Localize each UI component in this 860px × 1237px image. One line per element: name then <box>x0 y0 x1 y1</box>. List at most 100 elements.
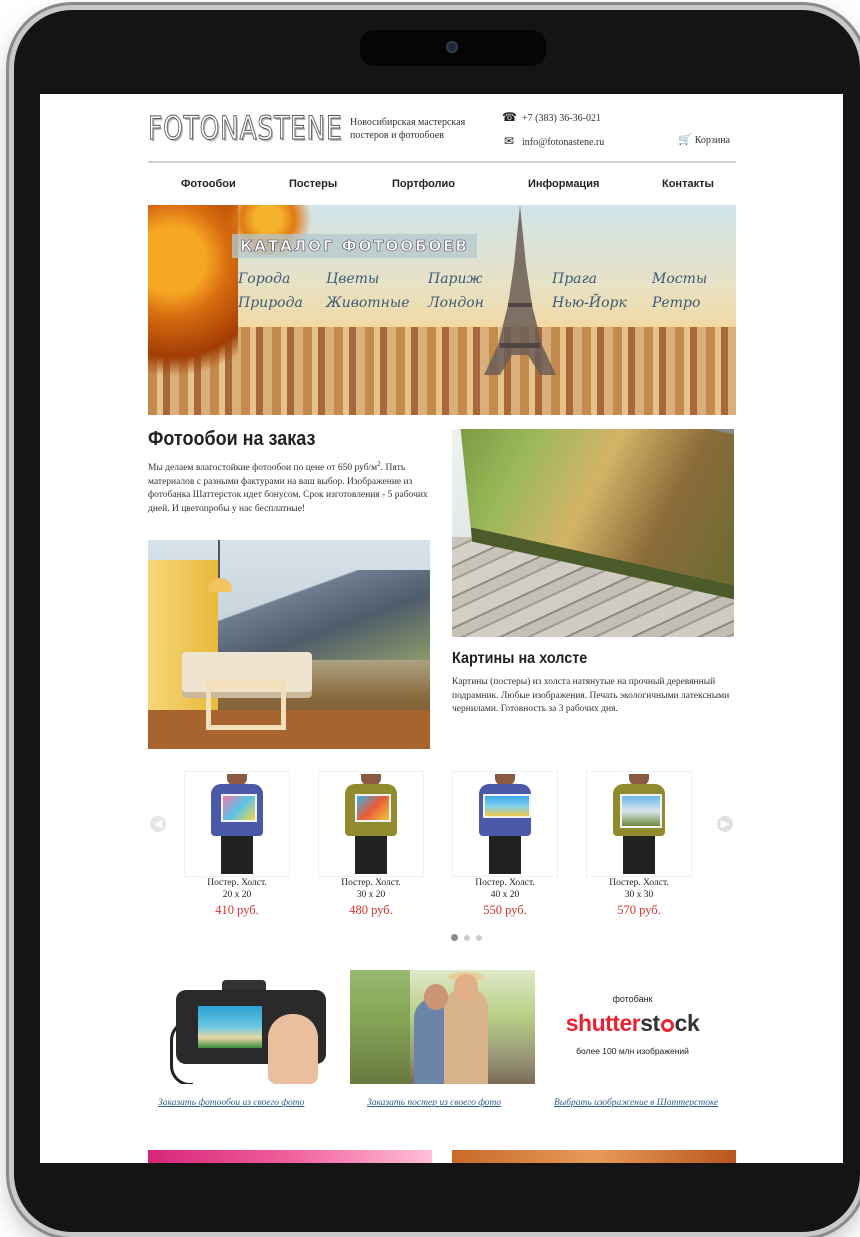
product-image <box>318 771 424 877</box>
woman-figure <box>444 988 488 1084</box>
person-pants <box>355 836 387 874</box>
product-price: 480 руб. <box>349 903 393 917</box>
shutterstock-subtitle: более 100 млн изображений <box>576 1046 689 1056</box>
room-wallpaper-image[interactable] <box>148 540 430 749</box>
front-camera <box>446 41 458 53</box>
camera-screen <box>198 1006 262 1048</box>
nav-portfolio[interactable]: Портфолио <box>392 178 455 190</box>
catalog-link-bridges[interactable]: Мосты <box>652 271 707 287</box>
woman-face <box>454 974 478 1000</box>
poster-sample <box>355 794 391 822</box>
cart-label: Корзина <box>694 135 731 146</box>
nav-wallpaper[interactable]: Фотообои <box>181 178 236 190</box>
shutterstock-promo[interactable]: фотобанк shutterst ck более 100 млн изобр… <box>540 970 725 1084</box>
tagline-line-1: Новосибирская мастерская <box>350 117 466 128</box>
product-size: 30 х 20 <box>356 890 386 900</box>
tablet-screen: FOTONASTENE Новосибирская мастерская пос… <box>40 94 843 1163</box>
poster-sample <box>483 794 531 818</box>
wallpaper-description: Мы делаем влагостойкие фотообои по цене … <box>148 458 430 516</box>
shutterstock-caption: фотобанк <box>612 994 653 1004</box>
catalog-banner[interactable]: КАТАЛОГ ФОТООБОЕВ Города Природа Цветы Ж… <box>148 205 736 415</box>
wallpaper-text-main: Мы делаем влагостойкие фотообои по цене … <box>148 463 378 474</box>
product-price: 550 руб. <box>483 903 527 917</box>
banner-title: КАТАЛОГ ФОТООБОЕВ <box>232 234 477 258</box>
shutterstock-o-icon <box>660 1019 674 1032</box>
person-holding-poster <box>345 774 397 874</box>
catalog-link-retro[interactable]: Ретро <box>652 295 700 311</box>
next-section-image-right <box>452 1150 736 1163</box>
next-section-image-left <box>148 1150 432 1163</box>
nav-info[interactable]: Информация <box>528 178 599 190</box>
person-pants <box>623 836 655 874</box>
catalog-link-cities[interactable]: Города <box>238 271 290 287</box>
phone-icon: ☎ <box>502 110 517 124</box>
site-tagline: Новосибирская мастерская постеров и фото… <box>350 116 490 142</box>
carousel-dot[interactable] <box>476 935 482 941</box>
nav-posters[interactable]: Постеры <box>289 178 337 190</box>
header-divider <box>148 161 736 163</box>
catalog-link-prague[interactable]: Прага <box>552 271 597 287</box>
person-pants <box>221 836 253 874</box>
arrow-left-icon: ◀ <box>153 818 163 830</box>
mountain-mural <box>218 570 430 660</box>
product-title: Постер. Холст. <box>475 878 535 888</box>
carousel-dot[interactable] <box>464 935 470 941</box>
person-holding-poster <box>479 774 531 874</box>
carousel-next-button[interactable]: ▶ <box>717 816 733 832</box>
catalog-link-flowers[interactable]: Цветы <box>326 271 379 287</box>
product-price: 410 руб. <box>215 903 259 917</box>
person-holding-poster <box>211 774 263 874</box>
catalog-link-london[interactable]: Лондон <box>428 295 484 311</box>
choose-shutterstock-link[interactable]: Выбрать изображение в Шаттерстоке <box>554 1098 718 1108</box>
man-face <box>424 984 448 1010</box>
canvas-heading: Картины на холсте <box>452 650 588 667</box>
product-image <box>184 771 290 877</box>
product-size: 40 х 20 <box>490 890 520 900</box>
site-logo[interactable]: FOTONASTENE <box>148 109 343 148</box>
product-title: Постер. Холст. <box>609 878 669 888</box>
wooden-floor <box>148 710 430 749</box>
person-pants <box>489 836 521 874</box>
order-wallpaper-link[interactable]: Заказать фотообои из своего фото <box>158 1098 304 1108</box>
product-card[interactable]: Постер. Холст. 30 х 20 480 руб. <box>318 771 424 918</box>
catalog-link-nature[interactable]: Природа <box>238 295 303 311</box>
arrow-right-icon: ▶ <box>720 818 730 830</box>
eiffel-tower-image <box>484 205 556 375</box>
phone-number: +7 (383) 36-36-021 <box>522 113 601 124</box>
product-card[interactable]: Постер. Холст. 20 х 20 410 руб. <box>184 771 290 918</box>
poster-sample <box>221 794 257 822</box>
contact-phone[interactable]: ☎ +7 (383) 36-36-021 <box>502 110 601 125</box>
contact-email[interactable]: ✉ info@fotonastene.ru <box>502 134 604 149</box>
shutterstock-logo-part3: ck <box>674 1010 700 1036</box>
hand <box>268 1014 318 1084</box>
cart-link[interactable]: 🛒 Корзина <box>678 133 730 146</box>
carousel-prev-button[interactable]: ◀ <box>150 816 166 832</box>
nav-contacts[interactable]: Контакты <box>662 178 714 190</box>
shutterstock-logo: shutterst ck <box>540 1010 725 1037</box>
wallpaper-heading: Фотообои на заказ <box>148 428 316 450</box>
canvas-print-image[interactable] <box>452 429 734 637</box>
tagline-line-2: постеров и фотообоев <box>350 130 444 141</box>
product-image <box>586 771 692 877</box>
shutterstock-logo-part1: shutter <box>565 1010 641 1036</box>
product-image <box>452 771 558 877</box>
order-poster-link[interactable]: Заказать постер из своего фото <box>367 1098 501 1108</box>
email-address: info@fotonastene.ru <box>522 137 605 148</box>
poster-sample <box>620 794 662 828</box>
product-card[interactable]: Постер. Холст. 40 х 20 550 руб. <box>452 771 558 918</box>
product-card[interactable]: Постер. Холст. 30 х 30 570 руб. <box>586 771 692 918</box>
couple-selfie-image[interactable] <box>350 970 535 1084</box>
catalog-link-animals[interactable]: Животные <box>326 295 410 311</box>
carousel-dot[interactable] <box>451 934 458 941</box>
lamp-cord <box>218 540 220 580</box>
person-holding-poster <box>613 774 665 874</box>
product-size: 30 х 30 <box>624 890 654 900</box>
camera-promo-image[interactable] <box>160 970 345 1084</box>
background-trees <box>350 970 410 1084</box>
product-price: 570 руб. <box>617 903 661 917</box>
catalog-link-new-york[interactable]: Нью-Йорк <box>552 295 627 311</box>
catalog-link-paris[interactable]: Париж <box>428 271 482 287</box>
product-title: Постер. Холст. <box>341 878 401 888</box>
cart-icon: 🛒 <box>678 134 692 146</box>
envelope-icon: ✉ <box>503 134 515 148</box>
